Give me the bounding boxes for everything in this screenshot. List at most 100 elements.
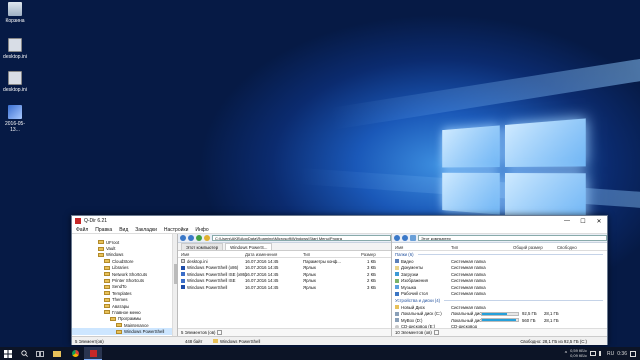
taskbar-explorer[interactable] — [48, 347, 66, 360]
desktop-ini-icon[interactable]: desktop.ini — [2, 71, 28, 93]
drive-name: MyBox (D:) — [401, 317, 423, 323]
desktop-icon-label: 2016-05-13... — [4, 121, 25, 133]
taskbar-qdir[interactable] — [84, 347, 102, 360]
column-name[interactable]: Имя — [395, 245, 451, 250]
qdir-icon — [89, 349, 97, 357]
minimize-button[interactable]: — — [559, 218, 575, 225]
clock[interactable]: 0:36 — [617, 351, 627, 357]
taskbar: ^ 0,59 КБ/с 0,09 КБ/с RU 0:36 — [0, 347, 640, 360]
folder-name: Изображения — [401, 278, 429, 284]
desktop-ini-icon[interactable]: desktop.ini — [2, 38, 28, 60]
column-type[interactable]: Тип — [303, 252, 361, 257]
menu-info[interactable]: Инфо — [195, 227, 208, 233]
search-icon — [20, 350, 28, 357]
file-name: desktop.ini — [187, 258, 208, 264]
column-size[interactable]: Размер — [361, 252, 376, 257]
desktop-icon-label: desktop.ini — [3, 54, 27, 60]
image-file-desktop-icon[interactable]: 2016-05-13... — [2, 105, 28, 133]
tree-item-selected[interactable]: Windows PowerShell — [72, 328, 177, 335]
address-bar-right[interactable]: Этот компьютер — [418, 235, 607, 241]
drive-usage-bar — [481, 318, 519, 323]
status-free-space: Свободно: 28,1 ГБ из 92,5 ГБ (C:) — [520, 338, 587, 344]
tree-item-label: Программы — [118, 316, 142, 322]
tree-item-label: Libraries — [112, 265, 129, 271]
powershell-ise-icon — [181, 278, 185, 283]
menu-file[interactable]: Файл — [76, 227, 88, 233]
window-titlebar[interactable]: Q-Dir 6.21 — ☐ ✕ — [72, 216, 607, 226]
drive-free: 28,1 ГБ — [544, 311, 559, 317]
folder-icon — [98, 246, 104, 251]
file-row[interactable]: Windows PowerShell 16.07.2016 14:45 Ярлык 3… — [178, 284, 391, 291]
tray-expand-icon[interactable]: ^ — [565, 351, 567, 357]
taskbar-chrome[interactable] — [66, 347, 84, 360]
right-item-count: 10 Элементов (ов) — [395, 330, 432, 335]
file-type: Ярлык — [303, 278, 316, 284]
drive-name: Локальный диск (C:) — [401, 311, 442, 317]
window-title: Q-Dir 6.21 — [84, 218, 108, 224]
menu-settings[interactable]: Настройки — [164, 227, 189, 233]
back-icon[interactable] — [180, 235, 186, 241]
menu-edit[interactable]: Правка — [95, 227, 112, 233]
center-item-count: 5 Элементов (ов) — [181, 330, 216, 335]
file-row[interactable]: Windows PowerShell ISE 16.07.2016 14:45 Яр… — [178, 278, 391, 285]
column-total-size[interactable]: Общий размер — [513, 245, 557, 250]
column-name[interactable]: Имя — [181, 252, 245, 257]
close-button[interactable]: ✕ — [591, 218, 607, 225]
computer-icon[interactable] — [410, 235, 416, 241]
file-row[interactable]: Windows PowerShell (x86) 16.07.2016 14:45… — [178, 265, 391, 272]
network-icon[interactable] — [590, 351, 597, 356]
folder-name: Видео — [401, 258, 414, 264]
forward-icon[interactable] — [188, 235, 194, 241]
center-pane-status: 5 Элементов (ов) — [178, 328, 391, 336]
forward-icon[interactable] — [402, 235, 408, 241]
folder-tree[interactable]: UFroot Vault Windows CloudStore Librarie… — [72, 234, 178, 336]
task-view-button[interactable] — [32, 347, 48, 360]
qdir-window: Q-Dir 6.21 — ☐ ✕ Файл Правка Вид Закладк… — [71, 215, 608, 345]
back-icon[interactable] — [394, 235, 400, 241]
desktop-folder-icon — [395, 291, 399, 296]
address-bar[interactable]: C:\Users\AKB\AppData\Roaming\Microsoft\W… — [212, 235, 391, 241]
search-button[interactable] — [16, 347, 32, 360]
tree-item-label: Главное меню — [112, 309, 141, 315]
group-folders-header[interactable]: Папки (6) — [392, 251, 607, 258]
language-indicator[interactable]: RU — [607, 351, 614, 357]
maximize-button[interactable]: ☐ — [575, 218, 591, 225]
right-file-pane: Этот компьютер Имя Тип Общий размер Своб… — [392, 234, 607, 336]
volume-icon[interactable] — [599, 351, 604, 356]
start-button[interactable] — [0, 347, 16, 360]
network-speed: 0,59 КБ/с 0,09 КБ/с — [570, 348, 587, 358]
file-date: 16.07.2016 14:45 — [245, 284, 279, 290]
desktop-icon-label: Корзина — [5, 18, 25, 24]
group-drives-header[interactable]: Устройства и диски (4) — [392, 297, 607, 304]
tree-item-label: CloudStore — [112, 258, 134, 264]
scrollbar-thumb[interactable] — [174, 264, 177, 284]
column-date[interactable]: Дата изменения — [245, 252, 303, 257]
tree-item-label: Themes — [112, 297, 128, 303]
file-size: 3 КБ — [367, 284, 376, 290]
windows-start-icon — [4, 349, 12, 358]
tab-this-pc[interactable]: Этот компьютер — [181, 243, 224, 250]
file-row[interactable]: Windows PowerShell ISE (x86) 16.07.2016 1… — [178, 271, 391, 278]
column-type[interactable]: Тип — [451, 245, 513, 250]
folder-icon — [104, 265, 110, 270]
recycle-bin-desktop-icon[interactable]: Корзина — [2, 2, 28, 24]
drive-usage-fill — [482, 319, 517, 322]
folder-view-icon[interactable] — [204, 235, 210, 241]
tree-item-label: Vault — [106, 246, 116, 252]
view-mode-icon[interactable] — [433, 330, 439, 335]
view-mode-icon[interactable] — [217, 330, 223, 335]
file-list-header: Имя Дата изменения Тип Размер — [178, 251, 391, 258]
tab-windows-powershell[interactable]: Windows PowerS... — [225, 243, 273, 250]
file-row[interactable]: desktop.ini 16.07.2016 14:45 Параметры кон… — [178, 258, 391, 265]
drive-name: Новый Диск — [401, 304, 425, 310]
up-icon[interactable] — [196, 235, 202, 241]
menu-view[interactable]: Вид — [119, 227, 128, 233]
column-free[interactable]: Свободно — [557, 245, 577, 250]
tree-scrollbar[interactable] — [172, 234, 177, 336]
drive-usage-bar — [481, 311, 519, 316]
center-pane-toolbar: C:\Users\AKB\AppData\Roaming\Microsoft\W… — [178, 234, 391, 243]
drive-usage-fill — [482, 312, 508, 315]
menu-bookmarks[interactable]: Закладки — [135, 227, 157, 233]
notifications-icon[interactable] — [630, 350, 636, 357]
folder-icon — [116, 329, 122, 334]
